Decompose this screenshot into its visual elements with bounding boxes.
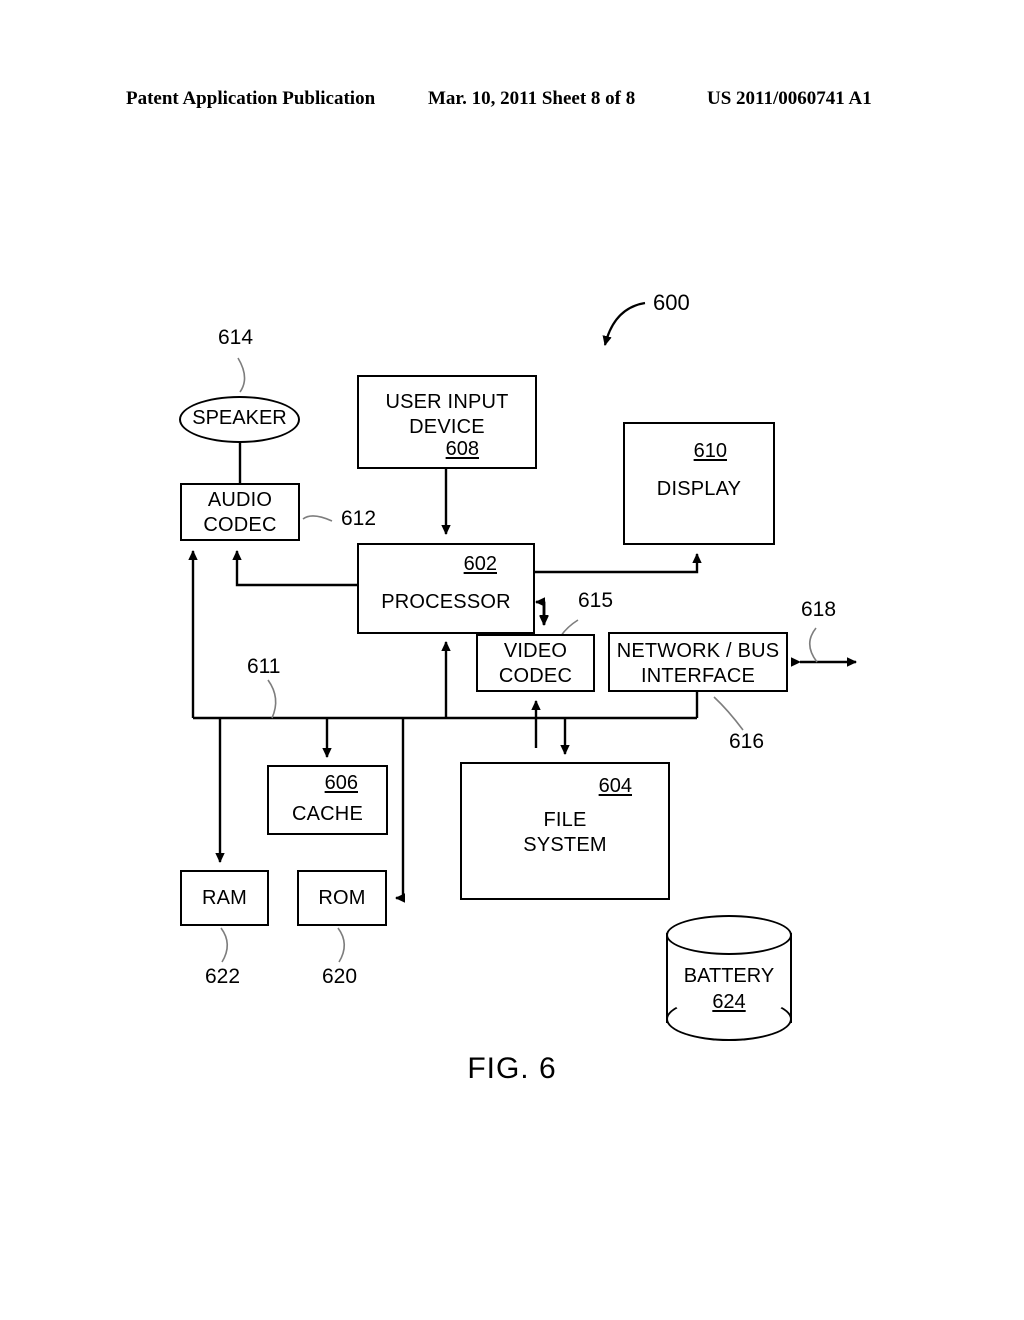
block-user-input-device-label-line2: DEVICE [409,416,485,438]
block-file-system-label-line1: FILE [543,809,587,831]
block-battery-label: BATTERY [683,965,775,987]
block-ram-label: RAM [201,887,248,909]
block-file-system-label-line2: SYSTEM [523,834,607,856]
ref-numeral-615: 615 [578,589,614,612]
ref-numeral-612: 612 [341,507,377,530]
figure-6-block-diagram: SPEAKER 614 USER INPUT DEVICE 608 610 DI… [0,0,1024,1320]
ref-numeral-620: 620 [322,965,358,988]
block-display: 610 DISPLAY [623,422,775,545]
block-user-input-device-label-line1: USER INPUT [385,391,509,413]
block-rom: ROM [297,870,387,926]
block-network-bus-interface-label-line1: NETWORK / BUS [616,640,780,662]
block-network-bus-interface-label-line2: INTERFACE [640,665,756,687]
block-network-bus-interface: NETWORK / BUS INTERFACE [608,632,788,692]
block-rom-label: ROM [318,887,366,909]
block-processor-label: PROCESSOR [381,591,511,613]
block-video-codec-label-line2: CODEC [498,665,573,687]
ref-numeral-614: 614 [218,326,254,349]
block-file-system: 604 FILE SYSTEM [460,762,670,900]
ref-numeral-611: 611 [247,655,281,678]
ref-numeral-604: 604 [598,775,632,797]
block-display-label: DISPLAY [656,478,742,500]
ref-numeral-606: 606 [324,772,358,794]
ref-numeral-616: 616 [729,730,765,753]
block-battery: BATTERY 624 [666,915,792,1041]
figure-caption: FIG. 6 [467,1052,557,1085]
ref-numeral-602: 602 [463,553,497,575]
block-video-codec: VIDEO CODEC [476,634,595,692]
battery-cylinder-top [666,915,792,955]
block-ram: RAM [180,870,269,926]
block-speaker: SPEAKER [179,396,300,443]
block-video-codec-label-line1: VIDEO [503,640,568,662]
block-cache-label: CACHE [291,803,363,825]
block-audio-codec-label-line1: AUDIO [207,489,273,511]
ref-numeral-610: 610 [693,440,727,462]
block-user-input-device: USER INPUT DEVICE 608 [357,375,537,469]
block-speaker-label: SPEAKER [192,407,287,429]
ref-numeral-618: 618 [801,598,837,621]
block-audio-codec: AUDIO CODEC [180,483,300,541]
block-cache: 606 CACHE [267,765,388,835]
block-audio-codec-label-line2: CODEC [203,514,277,536]
ref-numeral-622: 622 [205,965,241,988]
ref-numeral-600: 600 [653,290,690,315]
ref-numeral-624: 624 [712,991,746,1013]
block-processor: 602 PROCESSOR [357,543,535,634]
ref-numeral-608: 608 [445,438,479,460]
